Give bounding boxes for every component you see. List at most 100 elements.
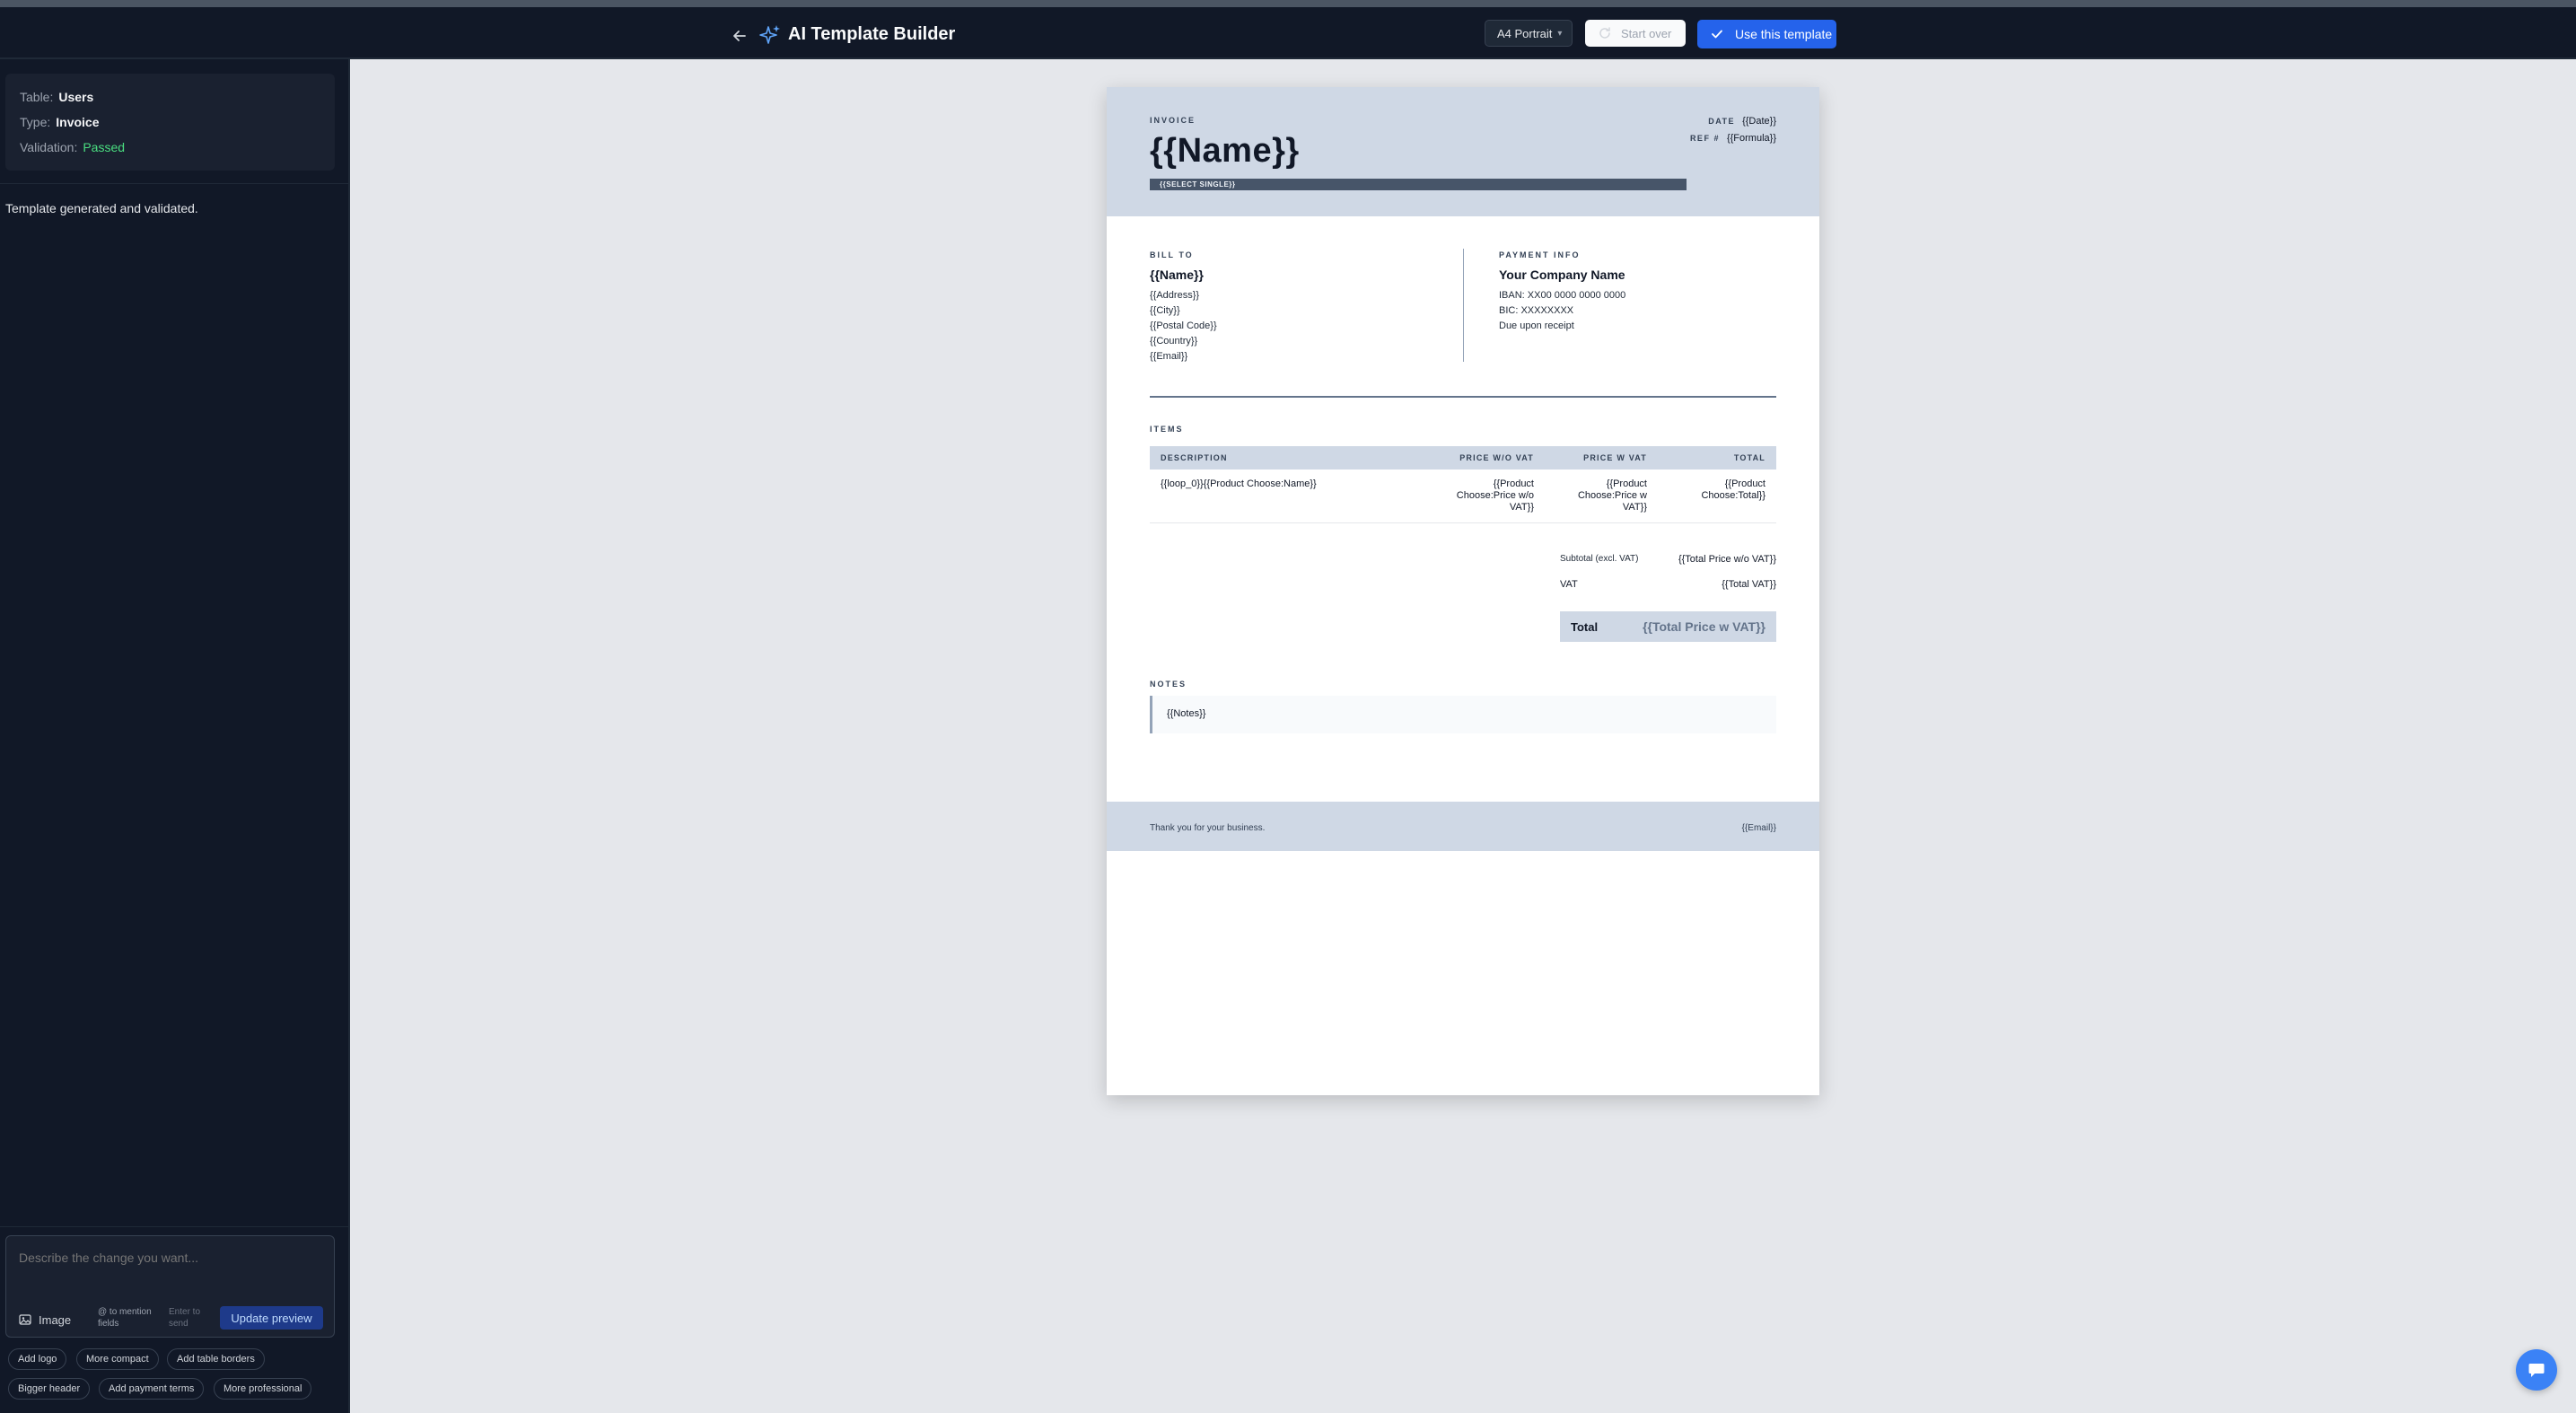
bill-to-line: {{Postal Code}} xyxy=(1150,320,1217,331)
check-icon xyxy=(1712,30,1722,39)
paper-format-label: A4 Portrait xyxy=(1497,26,1553,40)
column-header: PRICE W/O VAT xyxy=(1419,446,1545,470)
payment-line: IBAN: XX00 0000 0000 0000 xyxy=(1499,290,1626,301)
chip-more-professional[interactable]: More professional xyxy=(214,1378,312,1400)
column-header: PRICE W VAT xyxy=(1545,446,1658,470)
update-preview-button[interactable]: Update preview xyxy=(220,1306,323,1330)
prompt-composer: Image @ to mention fields Enter to send … xyxy=(5,1235,335,1338)
cell-text: {{Product Choose:Price w/o VAT}} xyxy=(1456,478,1534,513)
total-label: Total xyxy=(1571,620,1599,634)
chip-add-table-borders[interactable]: Add table borders xyxy=(167,1348,265,1370)
vat-label: VAT xyxy=(1560,579,1578,590)
start-over-button[interactable]: Start over xyxy=(1585,20,1686,47)
image-icon xyxy=(19,1314,31,1325)
chip-add-payment-terms[interactable]: Add payment terms xyxy=(99,1378,205,1400)
chat-support-button[interactable] xyxy=(2516,1349,2557,1391)
items-kicker: ITEMS xyxy=(1150,425,1184,434)
invoice-page: INVOICE {{Name}} {{SELECT SINGLE}} DATE {… xyxy=(1107,87,1819,1095)
cell-text: {{Product Choose:Price w VAT}} xyxy=(1577,478,1647,513)
payment-lines: IBAN: XX00 0000 0000 0000 BIC: XXXXXXXX … xyxy=(1499,288,1625,334)
payment-info-kicker: PAYMENT INFO xyxy=(1499,250,1581,259)
validation-status: Passed xyxy=(83,140,126,154)
chip-more-compact[interactable]: More compact xyxy=(76,1348,159,1370)
chevron-down-icon: ▾ xyxy=(1557,28,1563,39)
payment-line: Due upon receipt xyxy=(1499,320,1574,331)
subtotal-label: Subtotal (excl. VAT) xyxy=(1560,554,1639,564)
info-table-label: Table: xyxy=(20,90,54,104)
table-cell: {{loop_0}}{{Product Choose:Name}} xyxy=(1150,470,1419,523)
chat-icon xyxy=(2528,1364,2545,1377)
back-arrow-icon[interactable] xyxy=(729,25,750,47)
select-single-bar: {{SELECT SINGLE}} xyxy=(1150,179,1687,190)
invoice-header: INVOICE {{Name}} {{SELECT SINGLE}} DATE {… xyxy=(1107,87,1819,216)
vat-row: VAT {{Total VAT}} xyxy=(1560,579,1776,597)
divider xyxy=(0,183,348,184)
template-info-card: Table: Users Type: Invoice Validation: Pass… xyxy=(5,74,335,171)
vat-value: {{Total VAT}} xyxy=(1722,579,1776,590)
info-type-label: Type: xyxy=(20,115,51,129)
app-title: AI Template Builder xyxy=(788,24,956,44)
info-type-value: Invoice xyxy=(56,115,100,129)
cell-text: {{Product Choose:Total}} xyxy=(1701,478,1766,501)
company-name: Your Company Name xyxy=(1499,268,1625,282)
chip-bigger-header[interactable]: Bigger header xyxy=(8,1378,91,1400)
window-top-strip xyxy=(0,0,2576,7)
column-divider xyxy=(1463,249,1464,362)
use-template-button[interactable]: Use this template xyxy=(1697,20,1836,48)
status-message: Template generated and validated. xyxy=(5,201,198,215)
table-row: {{loop_0}}{{Product Choose:Name}} {{Prod… xyxy=(1150,470,1776,523)
payment-line: BIC: XXXXXXXX xyxy=(1499,305,1574,316)
bill-to-name: {{Name}} xyxy=(1150,268,1204,282)
notes-kicker: NOTES xyxy=(1150,680,1187,689)
table-cell: {{Product Choose:Price w VAT}} xyxy=(1545,470,1658,523)
prompt-input[interactable] xyxy=(19,1251,324,1265)
column-header: DESCRIPTION xyxy=(1150,446,1419,470)
top-bar: AI Template Builder A4 Portrait ▾ Start … xyxy=(0,7,2576,59)
total-value: {{Total Price w VAT}} xyxy=(1643,619,1766,634)
attach-image-button[interactable]: Image xyxy=(19,1310,71,1330)
table-cell: {{Product Choose:Price w/o VAT}} xyxy=(1419,470,1545,523)
invoice-name: {{Name}} xyxy=(1150,132,1300,170)
image-label: Image xyxy=(39,1312,72,1327)
bill-to-lines: {{Address}} {{City}} {{Postal Code}} {{C… xyxy=(1150,288,1217,364)
table-cell: {{Product Choose:Total}} xyxy=(1658,470,1776,523)
table-header-row: DESCRIPTION PRICE W/O VAT PRICE W VAT TO… xyxy=(1150,446,1776,470)
refresh-icon xyxy=(1599,27,1610,39)
footer-email: {{Email}} xyxy=(1741,823,1776,833)
bill-to-line: {{City}} xyxy=(1150,305,1180,316)
column-header: TOTAL xyxy=(1658,446,1776,470)
invoice-kicker: INVOICE xyxy=(1150,116,1196,125)
bill-to-line: {{Address}} xyxy=(1150,290,1200,301)
info-validation-row: Validation: Passed xyxy=(20,135,320,160)
chip-add-logo[interactable]: Add logo xyxy=(8,1348,67,1370)
enter-hint: Enter to send xyxy=(169,1307,201,1329)
invoice-footer: Thank you for your business. {{Email}} xyxy=(1107,802,1819,851)
paper-format-select[interactable]: A4 Portrait ▾ xyxy=(1485,20,1573,47)
sparkle-icon xyxy=(758,22,783,48)
bill-to-kicker: BILL TO xyxy=(1150,250,1194,259)
ref-label: REF # xyxy=(1689,134,1720,143)
items-table: DESCRIPTION PRICE W/O VAT PRICE W VAT TO… xyxy=(1150,446,1776,523)
sidebar: Table: Users Type: Invoice Validation: Pass… xyxy=(0,59,350,1413)
ref-value: {{Formula}} xyxy=(1726,133,1776,144)
preview-canvas: INVOICE {{Name}} {{SELECT SINGLE}} DATE {… xyxy=(350,59,2576,1413)
divider xyxy=(0,1226,348,1227)
start-over-label: Start over xyxy=(1621,26,1672,40)
grand-total-row: Total {{Total Price w VAT}} xyxy=(1560,611,1776,642)
bill-to-line: {{Country}} xyxy=(1150,336,1198,347)
footer-message: Thank you for your business. xyxy=(1150,823,1266,833)
subtotal-row: Subtotal (excl. VAT) {{Total Price w/o V… xyxy=(1560,554,1776,572)
date-label: DATE xyxy=(1708,117,1736,126)
info-validation-label: Validation: xyxy=(20,140,78,154)
section-divider xyxy=(1150,396,1776,398)
notes-box: {{Notes}} xyxy=(1150,696,1776,733)
ref-meta: REF # {{Formula}} xyxy=(1690,133,1776,144)
bill-to-line: {{Email}} xyxy=(1150,351,1188,362)
subtotal-value: {{Total Price w/o VAT}} xyxy=(1678,554,1776,565)
date-value: {{Date}} xyxy=(1742,116,1776,127)
date-meta: DATE {{Date}} xyxy=(1708,116,1776,127)
info-table-value: Users xyxy=(58,90,94,104)
use-template-label: Use this template xyxy=(1735,27,1833,41)
mention-hint: @ to mention fields xyxy=(98,1307,152,1329)
info-type-row: Type: Invoice xyxy=(20,110,320,135)
